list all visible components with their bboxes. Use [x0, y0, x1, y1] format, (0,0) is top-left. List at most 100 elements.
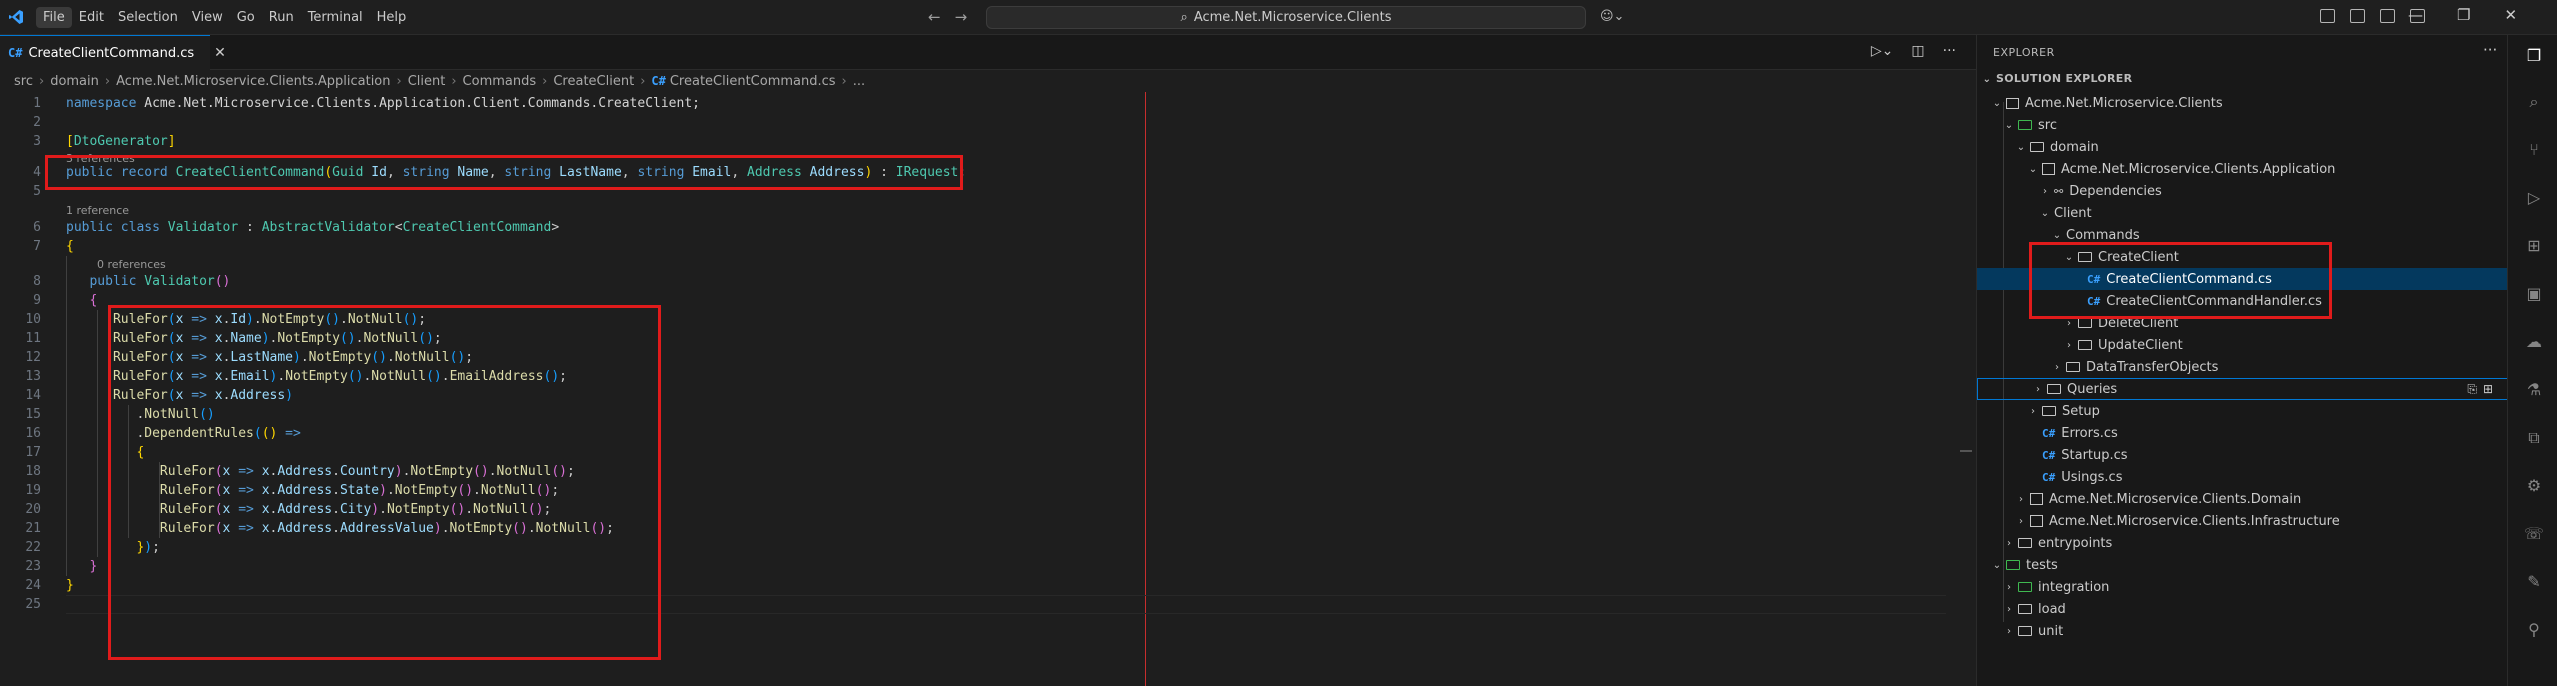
close-window-icon[interactable]: ✕	[2504, 6, 2517, 24]
line-number: 6	[33, 220, 41, 235]
chevron-down-icon: ⌄	[1992, 559, 2002, 571]
back-arrow-icon[interactable]: ←	[928, 8, 941, 26]
extensions-icon[interactable]: ⊞	[2523, 235, 2545, 257]
toggle-panel-icon[interactable]	[2380, 9, 2395, 23]
menu-selection[interactable]: Selection	[111, 7, 185, 28]
solution-explorer-icon[interactable]: ⧉	[2523, 427, 2545, 449]
menu-view[interactable]: View	[185, 7, 230, 28]
editor-actions: ▷⌄ ◫ ···	[1871, 43, 1956, 59]
breadcrumb-item-src[interactable]: src	[14, 74, 33, 89]
explorer-title: EXPLORER	[1993, 46, 2055, 59]
line-number: 8	[33, 274, 41, 289]
docker-icon[interactable]: ☁	[2523, 331, 2545, 353]
vscode-window: File Edit Selection View Go Run Terminal…	[0, 0, 2557, 686]
menu-terminal[interactable]: Terminal	[301, 7, 370, 28]
tree-item-integration[interactable]: › integration	[1977, 576, 2508, 598]
explorer-more-icon[interactable]: ···	[2483, 41, 2497, 59]
breadcrumb-item-commands[interactable]: Commands	[463, 74, 537, 89]
menu-edit[interactable]: Edit	[72, 7, 111, 28]
more-actions-icon[interactable]: ···	[1943, 43, 1956, 59]
run-debug-icon[interactable]: ▷	[2523, 187, 2545, 209]
breadcrumb-item-more[interactable]: ...	[853, 74, 865, 89]
minimize-icon[interactable]: —	[2408, 6, 2423, 24]
notes-icon[interactable]: ✎	[2523, 571, 2545, 593]
tree-item-errors-file[interactable]: C# Errors.cs	[1977, 422, 2508, 444]
tree-item-src[interactable]: ⌄ src	[1977, 114, 2508, 136]
tree-item-datatransferobjects[interactable]: › DataTransferObjects	[1977, 356, 2508, 378]
tree-item-updateclient[interactable]: › UpdateClient	[1977, 334, 2508, 356]
menu-run[interactable]: Run	[262, 7, 301, 28]
tree-item-dependencies[interactable]: › ⚯ Dependencies	[1977, 180, 2508, 202]
line-number: 9	[33, 293, 41, 308]
breadcrumb-item-domain[interactable]: domain	[50, 74, 99, 89]
split-editor-icon[interactable]: ◫	[1911, 43, 1924, 59]
toggle-primary-sidebar-icon[interactable]	[2350, 9, 2365, 23]
breadcrumb-item-file[interactable]: CreateClientCommand.cs	[670, 74, 836, 89]
tree-item-solution[interactable]: ⌄ Acme.Net.Microservice.Clients	[1977, 92, 2508, 114]
command-center-search[interactable]: ⌕ Acme.Net.Microservice.Clients	[986, 6, 1586, 29]
overview-ruler[interactable]	[1958, 92, 1976, 686]
testing-icon[interactable]: ⚗	[2523, 379, 2545, 401]
tree-item-tests[interactable]: ⌄ tests	[1977, 554, 2508, 576]
project-icon	[2030, 515, 2043, 527]
new-file-icon[interactable]: ⎘	[2467, 382, 2477, 397]
chat-icon[interactable]: ☏	[2523, 523, 2545, 545]
new-folder-icon[interactable]: ⊞	[2483, 382, 2493, 397]
tree-item-startup-file[interactable]: C# Startup.cs	[1977, 444, 2508, 466]
run-icon[interactable]: ▷⌄	[1871, 43, 1894, 59]
line-number: 12	[25, 350, 41, 365]
line-number: 13	[25, 369, 41, 384]
kubernetes-icon[interactable]: ⚙	[2523, 475, 2545, 497]
line-number: 25	[25, 597, 41, 612]
menu-go[interactable]: Go	[230, 7, 262, 28]
csharp-file-icon: C#	[651, 74, 666, 88]
breadcrumb-item-createclient[interactable]: CreateClient	[553, 74, 634, 89]
nav-arrows: ← →	[928, 8, 967, 26]
remote-explorer-icon[interactable]: ▣	[2523, 283, 2545, 305]
folder-open-icon	[2006, 560, 2020, 570]
line-number: 15	[25, 407, 41, 422]
tree-item-client[interactable]: ⌄ Client	[1977, 202, 2508, 224]
codelens-references[interactable]: 1 reference	[66, 204, 129, 217]
breadcrumb-chevron-icon: ›	[396, 73, 402, 89]
tree-item-queries[interactable]: › Queries ⎘ ⊞	[1977, 378, 2508, 400]
tab-label: CreateClientCommand.cs	[28, 45, 195, 61]
codelens-references[interactable]: 0 references	[97, 258, 166, 271]
tree-item-usings-file[interactable]: C# Usings.cs	[1977, 466, 2508, 488]
tree-item-load[interactable]: › load	[1977, 598, 2508, 620]
explorer-files-icon[interactable]: ❐	[2523, 45, 2545, 67]
tree-item-application-project[interactable]: ⌄ Acme.Net.Microservice.Clients.Applicati…	[1977, 158, 2508, 180]
tree-item-domain[interactable]: ⌄ domain	[1977, 136, 2508, 158]
close-tab-icon[interactable]: ✕	[214, 45, 226, 61]
menu-file[interactable]: File	[36, 7, 72, 28]
code-editor[interactable]: 1 2 3 4 5 6 7 8 9 10 11 12 13 14 15 16 1…	[0, 92, 1976, 686]
search-icon: ⌕	[1180, 10, 1188, 25]
tree-item-unit[interactable]: › unit	[1977, 620, 2508, 642]
folder-icon	[2078, 340, 2092, 350]
forward-arrow-icon[interactable]: →	[955, 8, 968, 26]
copilot-icon[interactable]: ☺⌄	[1600, 9, 1624, 24]
folder-icon	[2066, 362, 2080, 372]
tab-createclientcommand[interactable]: C# CreateClientCommand.cs ✕	[0, 35, 226, 70]
chevron-right-icon: ›	[2007, 581, 2011, 593]
breadcrumb-item-client[interactable]: Client	[408, 74, 446, 89]
restore-icon[interactable]: ❐	[2457, 6, 2470, 24]
folder-open-icon	[2030, 142, 2044, 152]
breadcrumb: src › domain › Acme.Net.Microservice.Clien…	[0, 70, 1976, 92]
breadcrumb-item-application[interactable]: Acme.Net.Microservice.Clients.Applicatio…	[116, 74, 390, 89]
code-line-6: public class Validator : AbstractValidat…	[66, 220, 560, 235]
tree-item-domain-project[interactable]: › Acme.Net.Microservice.Clients.Domain	[1977, 488, 2508, 510]
search-icon[interactable]: ⌕	[2523, 91, 2545, 113]
chevron-right-icon: ›	[2036, 383, 2040, 395]
tree-item-entrypoints[interactable]: › entrypoints	[1977, 532, 2508, 554]
tree-item-infrastructure-project[interactable]: › Acme.Net.Microservice.Clients.Infrastru…	[1977, 510, 2508, 532]
toggle-panel-layout-icon[interactable]	[2320, 9, 2335, 23]
solution-explorer-header[interactable]: ⌄ SOLUTION EXPLORER	[1981, 72, 2132, 85]
flask-icon[interactable]: ⚲	[2523, 619, 2545, 641]
line-number: 20	[25, 502, 41, 517]
tree-item-setup[interactable]: › Setup	[1977, 400, 2508, 422]
highlight-box-createclient-folder	[2029, 242, 2332, 319]
source-control-icon[interactable]: ⑂	[2523, 139, 2545, 161]
dependencies-icon: ⚯	[2054, 184, 2064, 198]
menu-help[interactable]: Help	[370, 7, 414, 28]
